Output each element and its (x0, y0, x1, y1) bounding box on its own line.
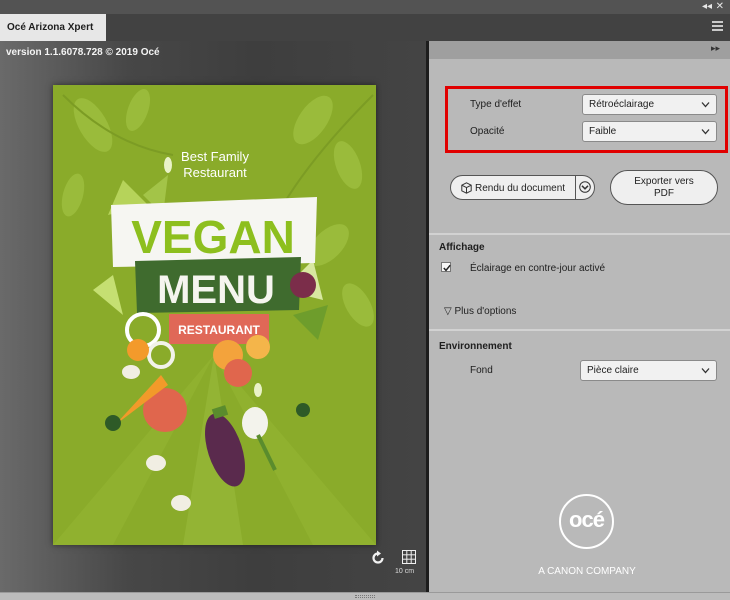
effect-type-select[interactable]: Rétroéclairage (582, 94, 717, 115)
render-document-label: Rendu du document (475, 183, 566, 194)
oce-logo: océ (559, 494, 614, 549)
panel-header: ▸▸ (429, 41, 730, 59)
cube-icon (461, 182, 472, 194)
chevron-down-icon (701, 102, 710, 108)
close-icon[interactable]: ✕ (716, 1, 724, 13)
more-options-label: Plus d'options (454, 306, 517, 317)
poster-line2: Restaurant (183, 165, 247, 180)
environnement-title: Environnement (439, 341, 512, 352)
backlight-checkbox-label[interactable]: Éclairage en contre-jour activé (470, 263, 605, 274)
expand-panel-icon[interactable]: ▸▸ (711, 43, 720, 54)
effect-type-value: Rétroéclairage (589, 99, 655, 110)
canon-tagline: A CANON COMPANY (538, 566, 636, 577)
section-divider (429, 329, 730, 331)
oce-logo-text: océ (569, 507, 605, 532)
render-document-button[interactable]: Rendu du document (450, 175, 595, 200)
poster-preview: Best Family Restaurant VEGAN MENU RESTAU… (53, 85, 376, 545)
settings-panel: ▸▸ Type d'effet Rétroéclairage Opacité F… (429, 41, 730, 592)
grid-icon[interactable] (402, 550, 416, 564)
refresh-icon[interactable] (370, 550, 386, 566)
section-divider (429, 233, 730, 235)
opacity-label: Opacité (470, 126, 505, 137)
tab-bar: Océ Arizona Xpert (0, 14, 730, 41)
panel-menu-icon[interactable] (712, 21, 723, 31)
triangle-down-icon: ▽ (444, 306, 452, 317)
affichage-title: Affichage (439, 242, 485, 253)
background-label: Fond (470, 365, 493, 376)
tab-oce-arizona-xpert[interactable]: Océ Arizona Xpert (0, 14, 106, 41)
effect-type-label: Type d'effet (470, 99, 522, 110)
poster-headline1: VEGAN (131, 211, 295, 263)
dropdown-chevron-icon[interactable] (579, 181, 591, 193)
more-options-toggle[interactable]: ▽ Plus d'options (444, 306, 516, 317)
poster-artwork: Best Family Restaurant VEGAN MENU RESTAU… (53, 89, 376, 545)
version-label: version 1.1.6078.728 © 2019 Océ (6, 47, 160, 58)
backlight-checkbox[interactable] (441, 262, 451, 272)
background-select[interactable]: Pièce claire (580, 360, 717, 381)
export-pdf-label-2: PDF (654, 188, 674, 199)
poster-tag: RESTAURANT (178, 323, 260, 337)
window-titlebar: ◂◂ ✕ (0, 0, 730, 14)
chevron-down-icon (701, 368, 710, 374)
split-divider (575, 176, 576, 199)
scale-label: 10 cm (395, 568, 415, 575)
bottom-strip (0, 592, 730, 600)
chevron-down-icon (701, 129, 710, 135)
export-pdf-label-1: Exporter vers (634, 176, 694, 187)
poster-headline2: MENU (157, 268, 275, 312)
opacity-select[interactable]: Faible (582, 121, 717, 142)
collapse-icon[interactable]: ◂◂ (702, 1, 712, 13)
background-value: Pièce claire (587, 365, 639, 376)
poster-line1: Best Family (181, 149, 249, 164)
resize-grip[interactable] (355, 595, 375, 598)
checkmark-icon (443, 264, 451, 272)
opacity-value: Faible (589, 126, 617, 137)
export-pdf-button[interactable]: Exporter vers PDF (610, 170, 718, 205)
